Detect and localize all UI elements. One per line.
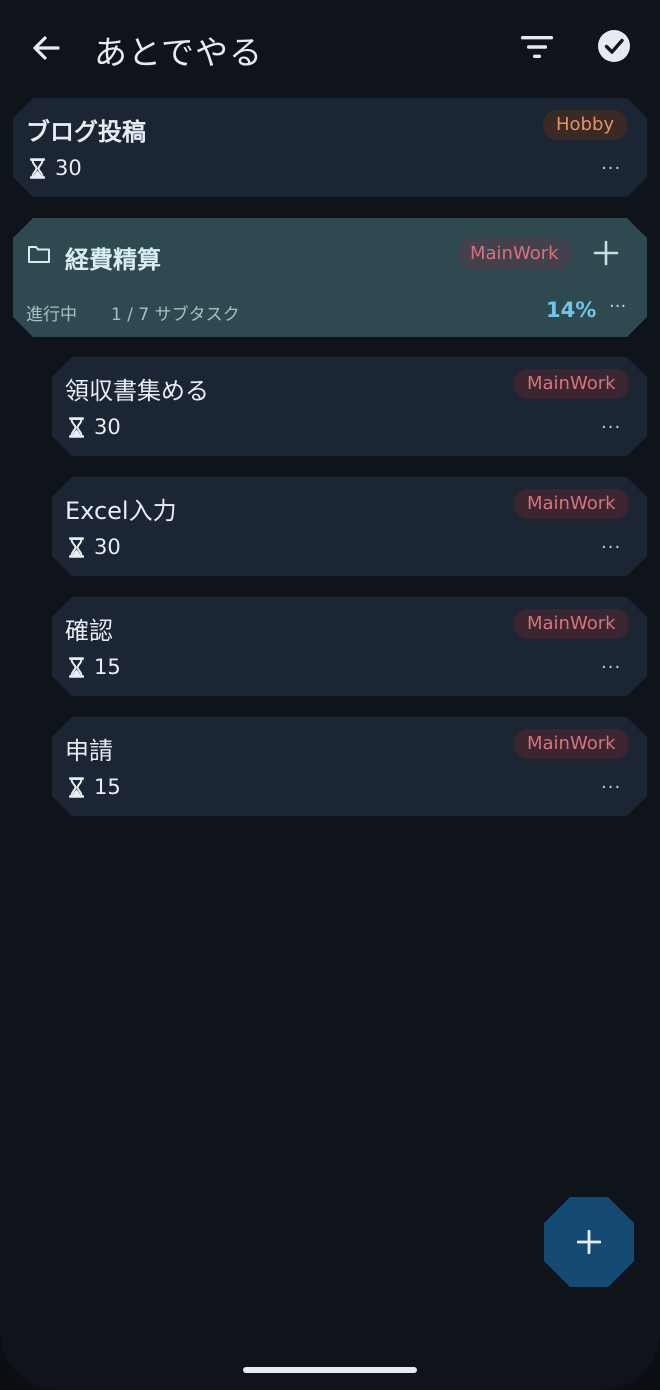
task-title: 申請 xyxy=(65,737,113,765)
duration-value: 15 xyxy=(94,655,121,679)
task-title: 領収書集める xyxy=(65,377,209,405)
task-title: Excel入力 xyxy=(65,497,177,525)
duration-value: 15 xyxy=(94,775,121,799)
more-icon[interactable]: ··· xyxy=(609,296,626,317)
duration: 15 xyxy=(69,655,121,679)
duration: 30 xyxy=(30,156,82,180)
category-tag: MainWork xyxy=(514,489,629,519)
progress-percent: 14% xyxy=(546,298,597,322)
check-circle-icon[interactable] xyxy=(597,29,631,63)
arrow-left-icon[interactable] xyxy=(28,30,64,66)
subtask-count: 1 / 7 サブタスク xyxy=(111,305,240,325)
hourglass-icon xyxy=(69,777,84,798)
subtask-card[interactable]: 確認 MainWork 15 ··· xyxy=(52,597,647,696)
category-tag: MainWork xyxy=(514,369,629,399)
group-status: 進行中 xyxy=(26,305,77,325)
more-icon[interactable]: ··· xyxy=(601,158,621,179)
duration-value: 30 xyxy=(94,415,121,439)
subtask-card[interactable]: 領収書集める MainWork 30 ··· xyxy=(52,357,647,456)
page-title: あとでやる xyxy=(94,33,264,72)
plus-icon[interactable] xyxy=(593,240,619,266)
hourglass-icon xyxy=(69,417,84,438)
more-icon[interactable]: ··· xyxy=(601,777,621,798)
duration-value: 30 xyxy=(94,535,121,559)
screen: あとでやる ブログ投稿 Hobby 30 ··· 経費精算 MainWork 進… xyxy=(0,0,660,1390)
app-bar: あとでやる xyxy=(0,0,660,96)
more-icon[interactable]: ··· xyxy=(601,537,621,558)
hourglass-icon xyxy=(69,657,84,678)
more-icon[interactable]: ··· xyxy=(601,417,621,438)
task-title: 確認 xyxy=(65,617,113,645)
duration-value: 30 xyxy=(55,156,82,180)
task-group-card[interactable]: 経費精算 MainWork 進行中 1 / 7 サブタスク 14% ··· xyxy=(13,218,647,337)
add-task-button[interactable] xyxy=(544,1197,634,1287)
category-tag: MainWork xyxy=(514,609,629,639)
more-icon[interactable]: ··· xyxy=(601,657,621,678)
task-title: ブログ投稿 xyxy=(26,118,146,146)
group-title: 経費精算 xyxy=(65,246,161,274)
home-indicator[interactable] xyxy=(243,1367,417,1373)
filter-icon[interactable] xyxy=(520,33,554,61)
subtask-card[interactable]: 申請 MainWork 15 ··· xyxy=(52,717,647,816)
task-card[interactable]: ブログ投稿 Hobby 30 ··· xyxy=(13,98,647,197)
duration: 30 xyxy=(69,535,121,559)
plus-icon xyxy=(577,1230,601,1254)
subtask-card[interactable]: Excel入力 MainWork 30 ··· xyxy=(52,477,647,576)
duration: 15 xyxy=(69,775,121,799)
folder-icon xyxy=(27,244,51,264)
duration: 30 xyxy=(69,415,121,439)
category-tag: Hobby xyxy=(543,110,627,140)
hourglass-icon xyxy=(69,537,84,558)
hourglass-icon xyxy=(30,158,45,179)
category-tag: MainWork xyxy=(514,729,629,759)
category-tag: MainWork xyxy=(457,238,572,270)
